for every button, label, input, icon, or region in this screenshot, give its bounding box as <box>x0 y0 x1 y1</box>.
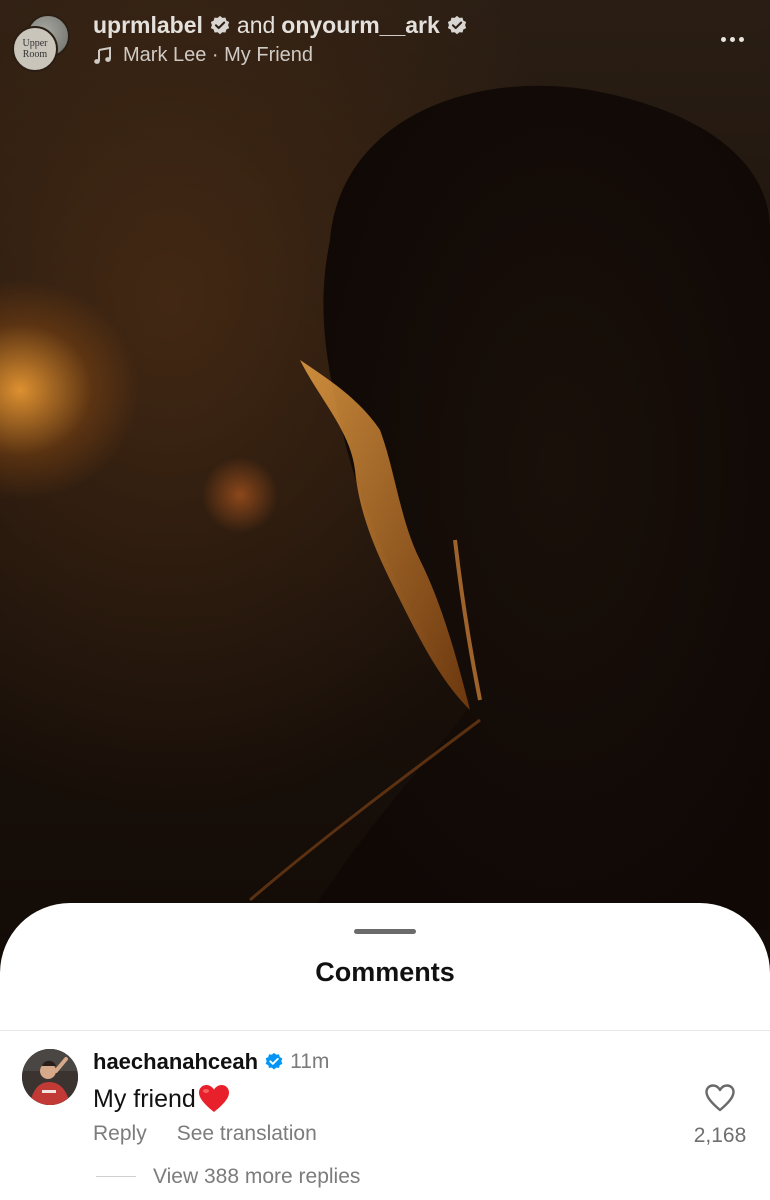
comments-sheet: Comments haechanahceah 11m My friend Rep… <box>0 903 770 1200</box>
commenter-avatar[interactable] <box>22 1049 78 1105</box>
see-translation-button[interactable]: See translation <box>177 1122 317 1146</box>
verified-badge-icon <box>210 15 230 34</box>
comment-text: My friend <box>93 1084 196 1113</box>
collab-avatars[interactable]: Upper Room <box>12 14 70 72</box>
more-horizontal-icon <box>720 36 726 42</box>
avatar-primary: Upper Room <box>12 26 58 72</box>
verified-badge-icon <box>265 1052 283 1070</box>
red-heart-emoji-icon <box>198 1085 229 1112</box>
comment-username[interactable]: haechanahceah <box>93 1049 258 1075</box>
replies-divider <box>96 1176 136 1177</box>
audio-track[interactable]: Mark Lee · My Friend <box>93 44 313 67</box>
music-note-icon <box>94 46 111 64</box>
more-options-button[interactable] <box>712 26 752 52</box>
collab-title: uprmlabel and onyourm__ark <box>93 12 468 39</box>
comment-actions: Reply See translation <box>93 1122 317 1146</box>
reply-button[interactable]: Reply <box>93 1122 147 1146</box>
avatar-logo-text-2: Room <box>22 49 48 60</box>
like-count: 2,168 <box>693 1124 747 1147</box>
username-primary[interactable]: uprmlabel <box>93 12 203 39</box>
comment-header: haechanahceah 11m <box>93 1049 329 1075</box>
reel-video[interactable] <box>0 0 770 930</box>
comment-timestamp: 11m <box>290 1050 330 1073</box>
video-frame <box>249 85 770 930</box>
heart-icon[interactable] <box>704 1083 736 1113</box>
reel-header: Upper Room uprmlabel and onyourm__ark Ma… <box>0 0 770 90</box>
verified-badge-icon <box>447 15 466 34</box>
view-more-replies-button[interactable]: View 388 more replies <box>153 1165 360 1189</box>
comments-title: Comments <box>315 957 455 987</box>
username-secondary[interactable]: onyourm__ark <box>281 12 440 39</box>
divider <box>0 1030 770 1031</box>
sheet-grab-handle[interactable] <box>354 929 416 934</box>
comment-body: My friend <box>93 1084 230 1114</box>
conjunction-text: and <box>236 12 276 38</box>
audio-track-label: Mark Lee · My Friend <box>123 44 314 66</box>
avatar-logo-text-1: Upper <box>22 38 48 49</box>
